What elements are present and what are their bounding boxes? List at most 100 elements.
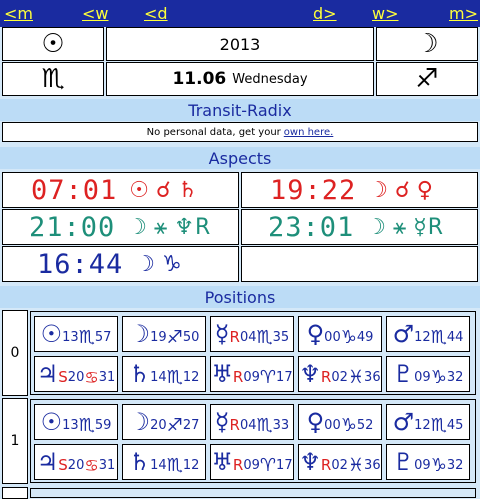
aspect-time: 21:00 [29, 211, 116, 243]
planet-icon: ♂ [392, 320, 415, 348]
own-here-link[interactable]: own here. [284, 127, 334, 138]
degree-value: 02 [331, 370, 348, 385]
planet-position: ♆ R 02 ♓ 36 [298, 444, 382, 480]
retrograde-marker: R [232, 456, 244, 474]
degree-value: 09 [414, 370, 431, 385]
degree-value: 20 [67, 370, 85, 385]
next-month-link[interactable]: m> [449, 4, 478, 23]
sun-zodiac-cell: ♏ [2, 62, 104, 96]
degree-value: 00 [324, 418, 341, 433]
planet-position: ☿ R 04 ♏ 33 [210, 404, 294, 440]
planet-icon: ☉ [40, 408, 63, 436]
year-cell: 2013 [106, 27, 374, 61]
planet-position: ♃ S 20 ♋ 31 [34, 444, 118, 480]
date-cell: 11.06 Wednesday [106, 62, 374, 96]
zodiac-sign-icon: ♏ [166, 367, 183, 388]
retrograde-marker: S [58, 368, 68, 386]
planet-a-icon: ☽ [127, 214, 149, 240]
zodiac-sign-icon: ♋ [84, 368, 99, 387]
minute-value: 35 [272, 330, 290, 345]
retrograde-marker: R [229, 328, 240, 346]
next-day-link[interactable]: d> [313, 4, 337, 23]
zodiac-sign-icon: ♑ [340, 415, 357, 436]
moon-icon: ☽ [415, 29, 439, 59]
planet-icon: ☿ [214, 408, 230, 436]
retrograde-marker: R [320, 368, 332, 386]
planet-position: ♃ S 20 ♋ 31 [34, 356, 118, 392]
next-week-link[interactable]: w> [372, 4, 399, 23]
zodiac-sign-icon: ♏ [166, 455, 183, 476]
planet-position: ♄ 14 ♏ 12 [122, 444, 206, 480]
planet-position: ♂ 12 ♏ 45 [386, 404, 470, 440]
zodiac-sign-icon: ♈ [259, 367, 277, 388]
degree-value: 09 [243, 370, 260, 385]
zodiac-sign-icon: ♐ [166, 415, 183, 436]
position-group-label: 0 [2, 310, 28, 396]
zodiac-sign-icon: ♏ [430, 415, 447, 436]
minute-value: 50 [182, 330, 200, 345]
planet-position: ☉ 13 ♏ 57 [34, 316, 118, 352]
planet-a-icon: ☽ [366, 214, 388, 240]
minute-value: 45 [446, 418, 464, 433]
planet-icon: ♂ [392, 408, 415, 436]
degree-value: 14 [150, 458, 167, 473]
zodiac-sign-icon: ♐ [166, 327, 183, 348]
position-group-label [2, 487, 28, 499]
zodiac-sign-icon: ♏ [78, 327, 95, 348]
retrograde-marker: R [229, 416, 240, 434]
planet-position: ♂ 12 ♏ 44 [386, 316, 470, 352]
minute-value: 33 [272, 418, 290, 433]
minute-value: 17 [276, 370, 293, 385]
nav-bar: <m <w <d d> w> m> [0, 0, 480, 27]
planet-icon: ♆ [299, 360, 321, 388]
year-label: 2013 [219, 34, 261, 54]
aspect-time: 16:44 [37, 248, 124, 280]
planet-position: ☽ 19 ♐ 50 [122, 316, 206, 352]
planet-position: ♆ R 02 ♓ 36 [298, 356, 382, 392]
zodiac-sign-icon: ♏ [430, 327, 447, 348]
degree-value: 09 [243, 458, 260, 473]
degree-value: 12 [414, 330, 431, 345]
zodiac-sign-icon: ♑ [430, 455, 447, 476]
aspect-time: 07:01 [31, 174, 118, 206]
minute-value: 12 [182, 370, 200, 385]
minute-value: 12 [182, 458, 200, 473]
planet-icon: ☿ [214, 320, 230, 348]
prev-day-link[interactable]: <d [144, 4, 168, 23]
planet-a-icon: ☽ [135, 251, 157, 277]
zodiac-sign-icon: ♏ [256, 415, 273, 436]
degree-value: 02 [331, 458, 348, 473]
planet-position: ♄ 14 ♏ 12 [122, 356, 206, 392]
aspect-row: 16:44 ☽ ♑ [2, 246, 239, 282]
planet-icon: ♄ [128, 448, 151, 476]
prev-week-link[interactable]: <w [82, 4, 109, 23]
planet-position: ♀ 00 ♑ 49 [298, 316, 382, 352]
degree-value: 00 [324, 330, 341, 345]
zodiac-sign-icon: ♏ [78, 415, 95, 436]
minute-value: 17 [276, 458, 293, 473]
planet-icon: ♃ [36, 448, 59, 476]
planet-position: ♇ 09 ♑ 32 [386, 356, 470, 392]
planet-a-icon: ☉ [129, 177, 151, 203]
minute-value: 32 [446, 458, 464, 473]
degree-value: 20 [67, 458, 85, 473]
planet-icon: ♅ [211, 360, 233, 388]
minute-value: 36 [364, 458, 381, 473]
planet-icon: ☉ [40, 320, 63, 348]
planet-b-icon: ☿R [413, 214, 445, 240]
prev-month-link[interactable]: <m [4, 4, 33, 23]
planet-icon: ☽ [128, 320, 151, 348]
planet-position: ☿ R 04 ♏ 35 [210, 316, 294, 352]
zodiac-sign-icon: ♏ [256, 327, 273, 348]
planet-b-icon: ♀ [416, 177, 434, 203]
positions-header: Positions [0, 286, 480, 308]
minute-value: 31 [98, 458, 116, 473]
moon-cell: ☽ [376, 27, 478, 61]
planet-position: ☉ 13 ♏ 59 [34, 404, 118, 440]
aspect-row: 23:01 ☽ ⚹ ☿R [241, 209, 478, 245]
aspect-icon: ⚹ [154, 214, 169, 240]
aspect-icon: ⚹ [393, 214, 408, 240]
degree-value: 20 [150, 418, 167, 433]
degree-value: 04 [239, 418, 257, 433]
position-group [30, 488, 476, 498]
